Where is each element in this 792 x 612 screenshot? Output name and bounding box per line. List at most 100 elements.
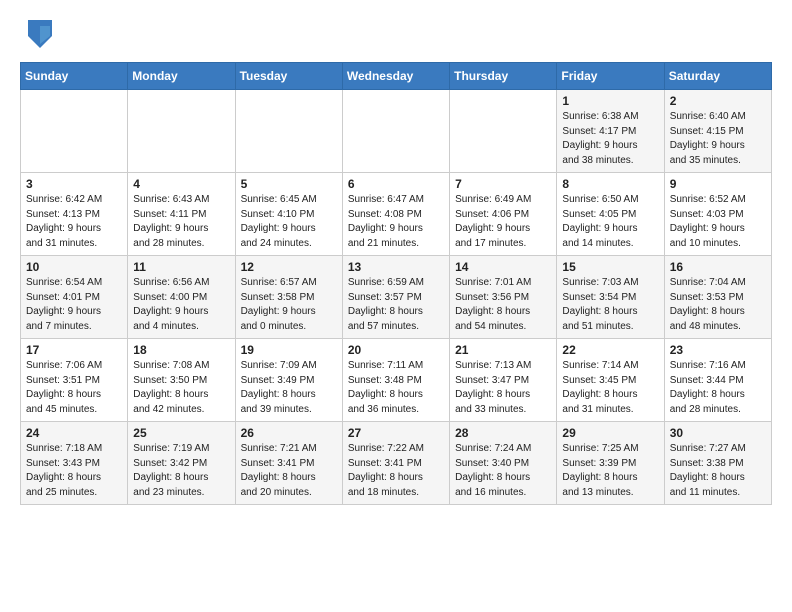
calendar-cell: 29 Sunrise: 7:25 AM Sunset: 3:39 PM Dayli…: [557, 422, 664, 505]
day-info: Sunrise: 6:49 AM Sunset: 4:06 PM Dayligh…: [455, 194, 531, 249]
day-info: Sunrise: 6:38 AM Sunset: 4:17 PM Dayligh…: [562, 111, 638, 166]
day-info: Sunrise: 7:13 AM Sunset: 3:47 PM Dayligh…: [455, 360, 531, 415]
calendar-cell: 20 Sunrise: 7:11 AM Sunset: 3:48 PM Dayli…: [342, 339, 449, 422]
calendar-cell: 12 Sunrise: 6:57 AM Sunset: 3:58 PM Dayli…: [235, 256, 342, 339]
calendar-cell: 11 Sunrise: 6:56 AM Sunset: 4:00 PM Dayli…: [128, 256, 235, 339]
day-info: Sunrise: 6:45 AM Sunset: 4:10 PM Dayligh…: [241, 194, 317, 249]
day-info: Sunrise: 7:24 AM Sunset: 3:40 PM Dayligh…: [455, 443, 531, 498]
day-info: Sunrise: 6:42 AM Sunset: 4:13 PM Dayligh…: [26, 194, 102, 249]
day-number: 28: [455, 426, 551, 440]
day-number: 29: [562, 426, 658, 440]
calendar-cell: [450, 90, 557, 173]
day-info: Sunrise: 7:19 AM Sunset: 3:42 PM Dayligh…: [133, 443, 209, 498]
day-info: Sunrise: 7:21 AM Sunset: 3:41 PM Dayligh…: [241, 443, 317, 498]
day-number: 10: [26, 260, 122, 274]
calendar-header-row: SundayMondayTuesdayWednesdayThursdayFrid…: [21, 63, 772, 90]
day-number: 1: [562, 94, 658, 108]
calendar-cell: 2 Sunrise: 6:40 AM Sunset: 4:15 PM Daylig…: [664, 90, 771, 173]
day-number: 22: [562, 343, 658, 357]
calendar-cell: 25 Sunrise: 7:19 AM Sunset: 3:42 PM Dayli…: [128, 422, 235, 505]
calendar-cell: 28 Sunrise: 7:24 AM Sunset: 3:40 PM Dayli…: [450, 422, 557, 505]
day-number: 7: [455, 177, 551, 191]
col-header-monday: Monday: [128, 63, 235, 90]
calendar-cell: 30 Sunrise: 7:27 AM Sunset: 3:38 PM Dayli…: [664, 422, 771, 505]
calendar-cell: 3 Sunrise: 6:42 AM Sunset: 4:13 PM Daylig…: [21, 173, 128, 256]
day-info: Sunrise: 6:52 AM Sunset: 4:03 PM Dayligh…: [670, 194, 746, 249]
calendar-cell: 22 Sunrise: 7:14 AM Sunset: 3:45 PM Dayli…: [557, 339, 664, 422]
day-info: Sunrise: 7:01 AM Sunset: 3:56 PM Dayligh…: [455, 277, 531, 332]
day-number: 6: [348, 177, 444, 191]
calendar-cell: 8Sunrise: 6:50 AM Sunset: 4:05 PM Daylig…: [557, 173, 664, 256]
day-number: 21: [455, 343, 551, 357]
day-info: Sunrise: 7:11 AM Sunset: 3:48 PM Dayligh…: [348, 360, 423, 415]
day-number: 13: [348, 260, 444, 274]
day-number: 17: [26, 343, 122, 357]
day-number: 15: [562, 260, 658, 274]
day-number: 20: [348, 343, 444, 357]
day-number: 2: [670, 94, 766, 108]
day-number: 25: [133, 426, 229, 440]
day-number: 9: [670, 177, 766, 191]
day-info: Sunrise: 6:40 AM Sunset: 4:15 PM Dayligh…: [670, 111, 746, 166]
calendar-week-4: 17 Sunrise: 7:06 AM Sunset: 3:51 PM Dayli…: [21, 339, 772, 422]
day-number: 26: [241, 426, 337, 440]
day-number: 19: [241, 343, 337, 357]
col-header-thursday: Thursday: [450, 63, 557, 90]
day-number: 24: [26, 426, 122, 440]
col-header-tuesday: Tuesday: [235, 63, 342, 90]
calendar-cell: 10 Sunrise: 6:54 AM Sunset: 4:01 PM Dayli…: [21, 256, 128, 339]
day-info: Sunrise: 6:56 AM Sunset: 4:00 PM Dayligh…: [133, 277, 209, 332]
calendar-cell: 1 Sunrise: 6:38 AM Sunset: 4:17 PM Daylig…: [557, 90, 664, 173]
day-info: Sunrise: 6:54 AM Sunset: 4:01 PM Dayligh…: [26, 277, 102, 332]
day-number: 30: [670, 426, 766, 440]
day-number: 12: [241, 260, 337, 274]
calendar-week-3: 10 Sunrise: 6:54 AM Sunset: 4:01 PM Dayli…: [21, 256, 772, 339]
day-number: 4: [133, 177, 229, 191]
day-info: Sunrise: 6:57 AM Sunset: 3:58 PM Dayligh…: [241, 277, 317, 332]
calendar-cell: 15 Sunrise: 7:03 AM Sunset: 3:54 PM Dayli…: [557, 256, 664, 339]
day-info: Sunrise: 7:08 AM Sunset: 3:50 PM Dayligh…: [133, 360, 209, 415]
calendar-cell: 27 Sunrise: 7:22 AM Sunset: 3:41 PM Dayli…: [342, 422, 449, 505]
header: [20, 16, 772, 52]
calendar-cell: 26 Sunrise: 7:21 AM Sunset: 3:41 PM Dayli…: [235, 422, 342, 505]
calendar-cell: 17 Sunrise: 7:06 AM Sunset: 3:51 PM Dayli…: [21, 339, 128, 422]
day-info: Sunrise: 7:16 AM Sunset: 3:44 PM Dayligh…: [670, 360, 746, 415]
col-header-saturday: Saturday: [664, 63, 771, 90]
day-info: Sunrise: 7:09 AM Sunset: 3:49 PM Dayligh…: [241, 360, 317, 415]
day-info: Sunrise: 7:22 AM Sunset: 3:41 PM Dayligh…: [348, 443, 424, 498]
calendar-week-5: 24 Sunrise: 7:18 AM Sunset: 3:43 PM Dayli…: [21, 422, 772, 505]
day-number: 3: [26, 177, 122, 191]
calendar-cell: 5 Sunrise: 6:45 AM Sunset: 4:10 PM Daylig…: [235, 173, 342, 256]
day-number: 14: [455, 260, 551, 274]
calendar-cell: 18 Sunrise: 7:08 AM Sunset: 3:50 PM Dayli…: [128, 339, 235, 422]
calendar-week-2: 3 Sunrise: 6:42 AM Sunset: 4:13 PM Daylig…: [21, 173, 772, 256]
day-info: Sunrise: 6:47 AM Sunset: 4:08 PM Dayligh…: [348, 194, 424, 249]
day-info: Sunrise: 7:14 AM Sunset: 3:45 PM Dayligh…: [562, 360, 638, 415]
calendar-cell: 16Sunrise: 7:04 AM Sunset: 3:53 PM Dayli…: [664, 256, 771, 339]
calendar-cell: 9 Sunrise: 6:52 AM Sunset: 4:03 PM Daylig…: [664, 173, 771, 256]
day-number: 27: [348, 426, 444, 440]
day-info: Sunrise: 6:59 AM Sunset: 3:57 PM Dayligh…: [348, 277, 424, 332]
calendar-cell: [21, 90, 128, 173]
col-header-friday: Friday: [557, 63, 664, 90]
day-info: Sunrise: 7:03 AM Sunset: 3:54 PM Dayligh…: [562, 277, 638, 332]
day-info: Sunrise: 7:25 AM Sunset: 3:39 PM Dayligh…: [562, 443, 638, 498]
logo-icon: [24, 16, 56, 52]
col-header-wednesday: Wednesday: [342, 63, 449, 90]
calendar-cell: 24 Sunrise: 7:18 AM Sunset: 3:43 PM Dayli…: [21, 422, 128, 505]
day-info: Sunrise: 6:43 AM Sunset: 4:11 PM Dayligh…: [133, 194, 209, 249]
day-number: 16: [670, 260, 766, 274]
day-info: Sunrise: 7:06 AM Sunset: 3:51 PM Dayligh…: [26, 360, 102, 415]
day-info: Sunrise: 7:27 AM Sunset: 3:38 PM Dayligh…: [670, 443, 746, 498]
calendar-cell: 13 Sunrise: 6:59 AM Sunset: 3:57 PM Dayli…: [342, 256, 449, 339]
calendar-cell: 21 Sunrise: 7:13 AM Sunset: 3:47 PM Dayli…: [450, 339, 557, 422]
day-number: 5: [241, 177, 337, 191]
day-number: 8: [562, 177, 658, 191]
day-number: 23: [670, 343, 766, 357]
day-number: 11: [133, 260, 229, 274]
day-number: 18: [133, 343, 229, 357]
calendar-week-1: 1 Sunrise: 6:38 AM Sunset: 4:17 PM Daylig…: [21, 90, 772, 173]
day-info: Sunrise: 7:18 AM Sunset: 3:43 PM Dayligh…: [26, 443, 102, 498]
calendar-cell: 14 Sunrise: 7:01 AM Sunset: 3:56 PM Dayli…: [450, 256, 557, 339]
page: SundayMondayTuesdayWednesdayThursdayFrid…: [0, 0, 792, 612]
